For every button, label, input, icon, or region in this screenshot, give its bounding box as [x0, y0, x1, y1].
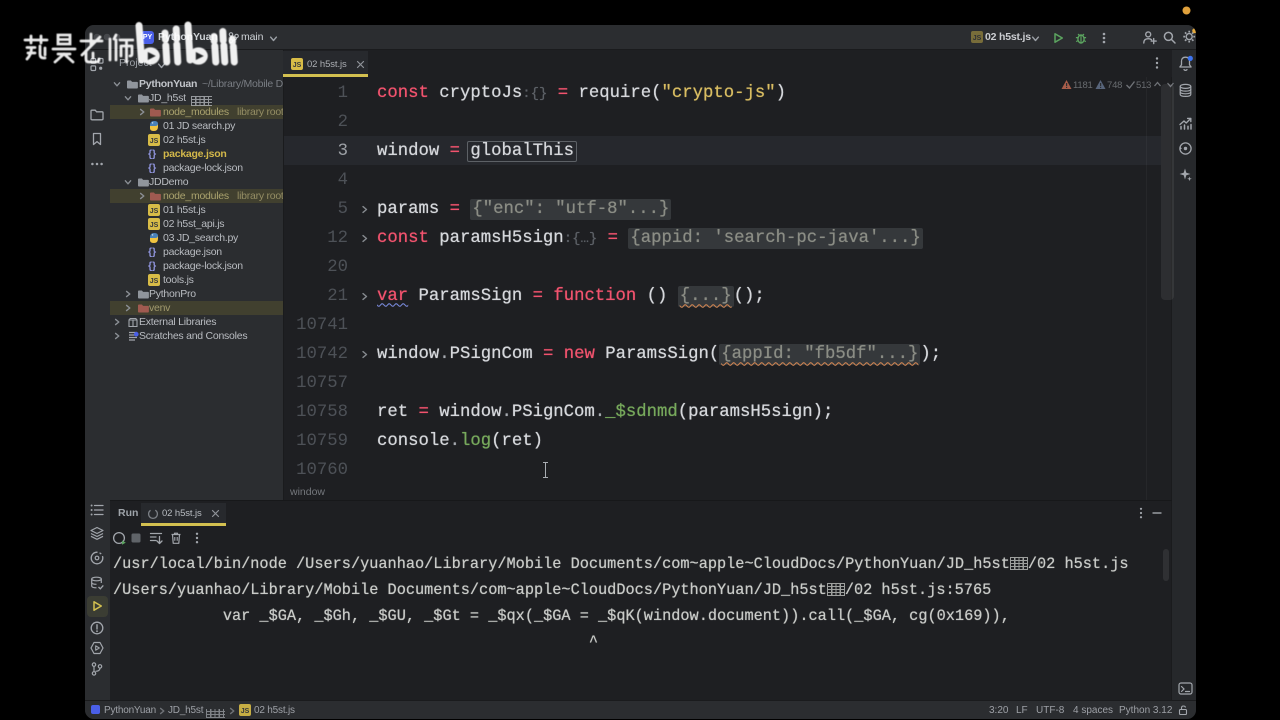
svg-text:JS: JS [150, 208, 159, 215]
svg-text:JS: JS [293, 62, 302, 69]
svg-text:JS: JS [150, 138, 159, 145]
svg-text:JS: JS [973, 35, 982, 42]
svg-text:JS: JS [150, 278, 159, 285]
svg-text:JS: JS [241, 708, 250, 715]
svg-text:JS: JS [150, 222, 159, 229]
